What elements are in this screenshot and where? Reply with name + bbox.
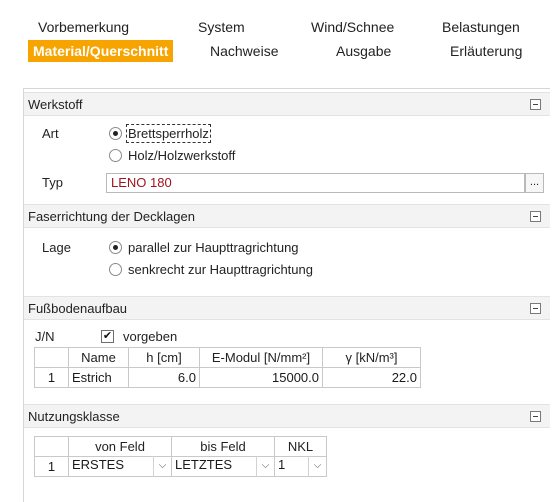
radio-senkrecht[interactable] — [109, 263, 122, 276]
senkrecht-label[interactable]: senkrecht zur Haupttragrichtung — [128, 262, 313, 277]
section-title: Fußbodenaufbau — [28, 301, 128, 316]
chevron-down-icon[interactable]: ⌵ — [153, 456, 171, 477]
column-header: von Feld — [68, 436, 172, 457]
tab-wind-schnee[interactable]: Wind/Schnee — [306, 16, 399, 38]
tab-vorbemerkung[interactable]: Vorbemerkung — [33, 16, 134, 38]
emodul-cell[interactable]: 15000.0 — [199, 367, 323, 388]
section-title: Faserrichtung der Decklagen — [28, 209, 195, 224]
nkl-select[interactable]: 1 ⌵ — [274, 456, 327, 477]
h-cell[interactable]: 6.0 — [128, 367, 200, 388]
collapse-icon[interactable] — [530, 211, 541, 222]
collapse-icon[interactable] — [530, 411, 541, 422]
lage-label: Lage — [42, 240, 71, 255]
table-row[interactable]: 1 ERSTES ⌵ LETZTES ⌵ 1 ⌵ — [34, 456, 327, 477]
gamma-cell[interactable]: 22.0 — [322, 367, 421, 388]
von-feld-dropdown[interactable]: ERSTES ⌵ — [72, 456, 171, 477]
column-header: Name — [68, 347, 129, 368]
column-header: h [cm] — [128, 347, 200, 368]
section-fussboden-header: Fußbodenaufbau — [24, 296, 550, 320]
chevron-down-icon[interactable]: ⌵ — [256, 456, 274, 477]
row-number-header — [34, 436, 69, 457]
holz-holzwerkstoff-label[interactable]: Holz/Holzwerkstoff — [128, 148, 235, 163]
vorgeben-label: vorgeben — [123, 329, 178, 344]
jn-label: J/N — [35, 329, 55, 344]
bis-feld-select[interactable]: LETZTES ⌵ — [171, 456, 275, 477]
bis-feld-value: LETZTES — [175, 457, 233, 472]
section-title: Nutzungsklasse — [28, 409, 120, 424]
tab-belastungen[interactable]: Belastungen — [437, 16, 525, 38]
von-feld-select[interactable]: ERSTES ⌵ — [68, 456, 172, 477]
column-header: bis Feld — [171, 436, 275, 457]
von-feld-value: ERSTES — [72, 457, 125, 472]
section-faserrichtung-header: Faserrichtung der Decklagen — [24, 204, 550, 228]
form-panel: Werkstoff Art Brettsperrholz Holz/Holzwe… — [23, 88, 550, 502]
name-cell[interactable]: Estrich — [68, 367, 129, 388]
column-header: γ [kN/m³] — [322, 347, 421, 368]
section-werkstoff-header: Werkstoff — [24, 92, 550, 116]
radio-parallel[interactable] — [109, 241, 122, 254]
radio-holz-holzwerkstoff[interactable] — [109, 149, 122, 162]
tab-bar: Vorbemerkung System Wind/Schnee Belastun… — [0, 0, 553, 88]
tab-erlaeuterung[interactable]: Erläuterung — [445, 40, 527, 62]
brettsperrholz-label[interactable]: Brettsperrholz — [126, 124, 211, 143]
table-header-row: von Feld bis Feld NKL — [34, 436, 327, 457]
tab-nachweise[interactable]: Nachweise — [205, 40, 283, 62]
parallel-label[interactable]: parallel zur Haupttragrichtung — [128, 240, 299, 255]
vorgeben-checkbox[interactable]: ✔ — [101, 330, 114, 343]
column-header: NKL — [274, 436, 327, 457]
typ-input[interactable]: LENO 180 — [106, 173, 525, 193]
bis-feld-dropdown[interactable]: LETZTES ⌵ — [175, 456, 274, 477]
radio-brettsperrholz[interactable] — [109, 127, 122, 140]
row-number: 1 — [34, 367, 69, 388]
tab-ausgabe[interactable]: Ausgabe — [331, 40, 396, 62]
table-header-row: Name h [cm] E-Modul [N/mm²] γ [kN/m³] — [34, 347, 421, 368]
nkl-dropdown[interactable]: 1 ⌵ — [278, 456, 326, 477]
fussboden-table: Name h [cm] E-Modul [N/mm²] γ [kN/m³] 1 … — [34, 347, 421, 388]
art-label: Art — [42, 126, 59, 141]
typ-label: Typ — [42, 175, 63, 190]
nutzungsklasse-table: von Feld bis Feld NKL 1 ERSTES ⌵ LETZTES… — [34, 436, 327, 477]
browse-button[interactable]: ... — [525, 173, 544, 193]
section-nutzungsklasse-header: Nutzungsklasse — [24, 404, 550, 428]
row-number: 1 — [34, 456, 69, 477]
table-row[interactable]: 1 Estrich 6.0 15000.0 22.0 — [34, 367, 421, 388]
row-number-header — [34, 347, 69, 368]
nkl-value: 1 — [278, 457, 286, 472]
section-title: Werkstoff — [28, 97, 83, 112]
collapse-icon[interactable] — [530, 303, 541, 314]
tab-material-querschnitt[interactable]: Material/Querschnitt — [28, 40, 174, 62]
chevron-down-icon[interactable]: ⌵ — [308, 456, 326, 477]
collapse-icon[interactable] — [530, 99, 541, 110]
tab-system[interactable]: System — [193, 16, 250, 38]
column-header: E-Modul [N/mm²] — [199, 347, 323, 368]
